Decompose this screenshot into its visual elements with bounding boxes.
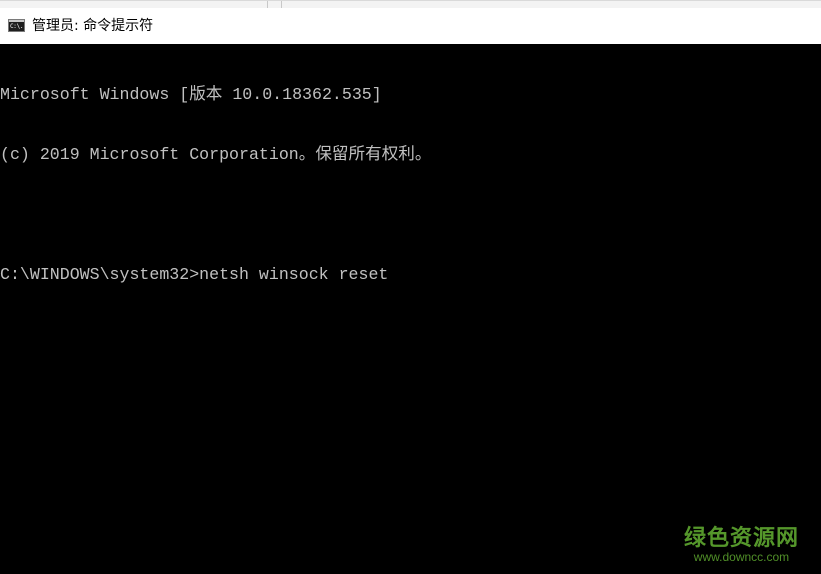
watermark-logo: 绿色资源网 (683, 526, 799, 551)
window-title: 管理员: 命令提示符 (32, 18, 154, 34)
watermark: 绿色资源网 www.downcc.com (684, 527, 799, 564)
command-prompt-window: C:\. 管理员: 命令提示符 Microsoft Windows [版本 10… (0, 0, 821, 574)
title-bar-top-strip (0, 1, 821, 8)
cmd-icon-text: C:\. (10, 23, 24, 30)
console-prompt: C:\WINDOWS\system32> (0, 265, 200, 284)
watermark-url: www.downcc.com (693, 550, 790, 564)
cmd-console-icon[interactable]: C:\. (8, 19, 25, 32)
console-line: Microsoft Windows [版本 10.0.18362.535] (0, 85, 382, 104)
command-line[interactable]: C:\WINDOWS\system32>netsh winsock reset (0, 265, 821, 285)
title-bar-divider (281, 1, 282, 8)
console-output[interactable]: Microsoft Windows [版本 10.0.18362.535] (c… (0, 44, 821, 574)
title-bar[interactable]: C:\. 管理员: 命令提示符 (0, 0, 821, 44)
console-line: (c) 2019 Microsoft Corporation。保留所有权利。 (0, 145, 432, 164)
cmd-icon-bar (9, 20, 24, 22)
console-command[interactable]: netsh winsock reset (199, 265, 388, 284)
title-bar-divider (267, 1, 268, 8)
